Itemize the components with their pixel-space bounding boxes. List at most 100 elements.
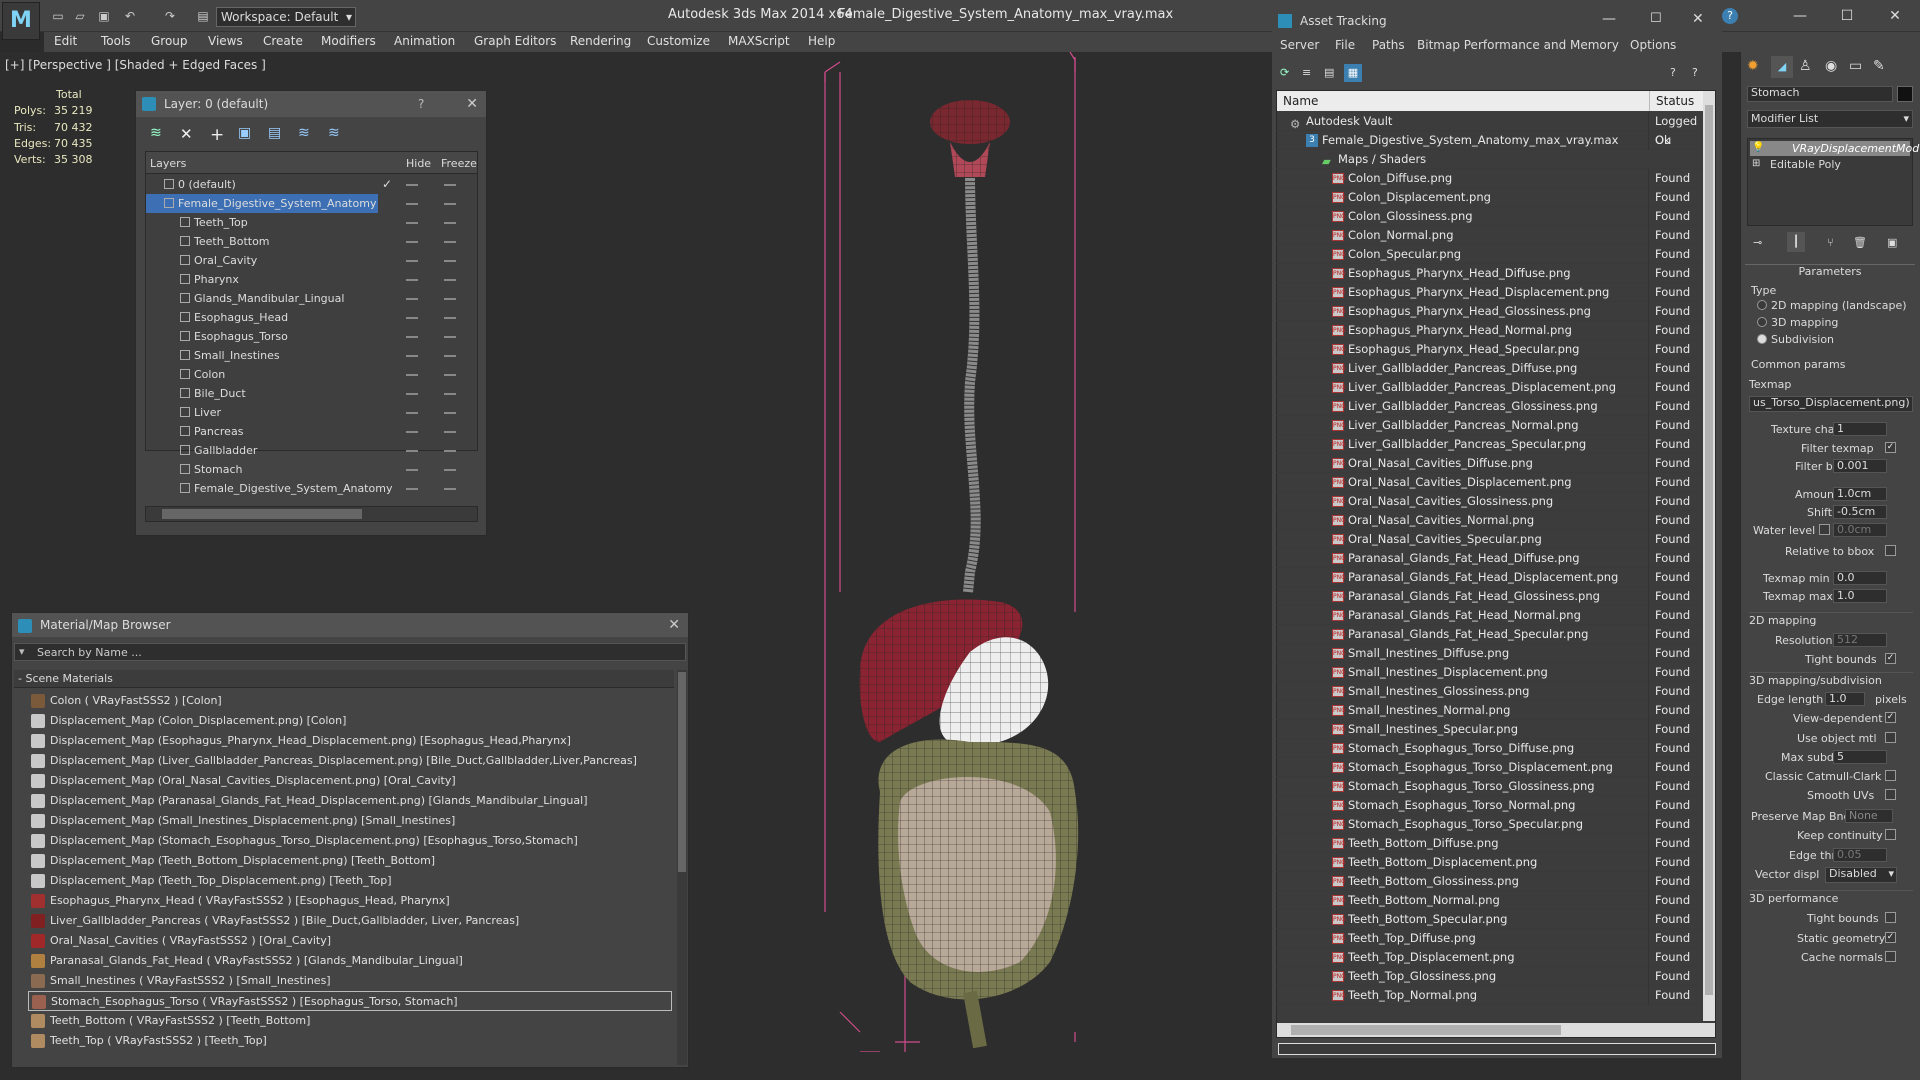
asset-row[interactable]: PNG Oral_Nasal_Cavities_Normal.png Found — [1276, 511, 1702, 530]
material-row[interactable]: Stomach_Esophagus_Torso ( VRayFastSSS2 )… — [28, 991, 672, 1011]
asset-row[interactable]: PNG Esophagus_Pharynx_Head_Glossiness.png… — [1276, 302, 1702, 321]
material-row[interactable]: Teeth_Top ( VRayFastSSS2 ) [Teeth_Top] — [28, 1031, 672, 1051]
layer-row[interactable]: Liver — [146, 403, 512, 422]
layer-freeze-toggle[interactable] — [444, 431, 456, 433]
asset-row[interactable]: PNG Paranasal_Glands_Fat_Head_Normal.png F… — [1276, 606, 1702, 625]
detail-view-icon[interactable]: ▤ — [1324, 66, 1334, 79]
material-row[interactable]: Displacement_Map (Small_Inestines_Displa… — [28, 811, 672, 831]
refresh-icon[interactable]: ⟳ — [1280, 66, 1289, 79]
filter-dropdown-icon[interactable]: ▾ — [19, 645, 25, 658]
help-icon[interactable]: ? — [1722, 8, 1738, 24]
status-column-header[interactable]: Status — [1649, 91, 1694, 111]
asset-row[interactable]: PNG Liver_Gallbladder_Pancreas_Normal.png… — [1276, 416, 1702, 435]
edge-length-spinner[interactable]: 1.0 — [1825, 692, 1865, 706]
material-row[interactable]: Displacement_Map (Teeth_Top_Displacement… — [28, 871, 672, 891]
layer-freeze-toggle[interactable] — [444, 374, 456, 376]
layer-hide-toggle[interactable] — [406, 222, 418, 224]
layer-row[interactable]: Pancreas — [146, 422, 512, 441]
asset-row[interactable]: PNG Paranasal_Glands_Fat_Head_Specular.pn… — [1276, 625, 1702, 644]
filter-blur-spinner[interactable]: 0.001 — [1833, 459, 1887, 473]
material-row[interactable]: Displacement_Map (Stomach_Esophagus_Tors… — [28, 831, 672, 851]
asset-tracking-title-bar[interactable]: Asset Tracking — ☐ ✕ — [1272, 8, 1722, 34]
radio-3d-mapping[interactable] — [1757, 317, 1767, 327]
menu-modifiers[interactable]: Modifiers — [321, 34, 376, 48]
material-row[interactable]: Displacement_Map (Colon_Displacement.png… — [28, 711, 672, 731]
layer-hide-toggle[interactable] — [406, 431, 418, 433]
hide-column-header[interactable]: Hide — [406, 157, 431, 170]
layer-row[interactable]: Teeth_Bottom — [146, 232, 512, 251]
material-search-input[interactable]: Search by Name ... — [37, 646, 142, 659]
minimize-icon[interactable]: — — [1785, 6, 1815, 26]
amount-spinner[interactable]: 1.0cm — [1833, 487, 1887, 501]
asset-row[interactable]: PNG Small_Inestines_Specular.png Found — [1276, 720, 1702, 739]
material-row[interactable]: Displacement_Map (Esophagus_Pharynx_Head… — [28, 731, 672, 751]
asset-row[interactable]: PNG Liver_Gallbladder_Pancreas_Glossiness… — [1276, 397, 1702, 416]
layer-freeze-toggle[interactable] — [444, 222, 456, 224]
digestive-system-model[interactable] — [820, 52, 1140, 1052]
asset-row[interactable]: PNG Oral_Nasal_Cavities_Glossiness.png Fou… — [1276, 492, 1702, 511]
layer-row[interactable]: Female_Digestive_System_Anatomy — [146, 194, 378, 213]
asset-row[interactable]: PNG Teeth_Top_Glossiness.png Found — [1276, 967, 1702, 986]
asset-row[interactable]: PNG Teeth_Bottom_Glossiness.png Found — [1276, 872, 1702, 891]
layer-hide-toggle[interactable] — [406, 184, 418, 186]
add-to-layer-icon[interactable]: + — [210, 125, 224, 145]
select-objects-icon[interactable]: ▣ — [238, 125, 251, 141]
layer-freeze-toggle[interactable] — [444, 355, 456, 357]
material-browser-title-bar[interactable]: Material/Map Browser ✕ — [12, 613, 688, 637]
asset-row[interactable]: PNG Teeth_Top_Diffuse.png Found — [1276, 929, 1702, 948]
asset-row[interactable]: PNG Colon_Specular.png Found — [1276, 245, 1702, 264]
layer-freeze-toggle[interactable] — [444, 336, 456, 338]
app-logo-icon[interactable]: M — [2, 2, 40, 40]
filter-texmap-checkbox[interactable]: ✓ — [1885, 442, 1896, 453]
material-row[interactable]: Teeth_Bottom ( VRayFastSSS2 ) [Teeth_Bot… — [28, 1011, 672, 1031]
layer-hide-toggle[interactable] — [406, 260, 418, 262]
layer-row[interactable]: Glands_Mandibular_Lingual — [146, 289, 512, 308]
layer-freeze-toggle[interactable] — [444, 469, 456, 471]
asset-hscroll-thumb[interactable] — [1291, 1025, 1561, 1035]
layer-hide-toggle[interactable] — [406, 488, 418, 490]
hide-freeze-all-icon[interactable]: ≋ — [328, 125, 340, 141]
layer-hide-toggle[interactable] — [406, 450, 418, 452]
motion-tab-icon[interactable]: ◉ — [1825, 58, 1837, 74]
layer-hide-toggle[interactable] — [406, 317, 418, 319]
smooth-uvs-checkbox[interactable] — [1885, 789, 1896, 800]
material-row[interactable]: Liver_Gallbladder_Pancreas ( VRayFastSSS… — [28, 911, 672, 931]
table-view-icon[interactable]: ▦ — [1344, 64, 1362, 82]
layer-hide-toggle[interactable] — [406, 298, 418, 300]
texture-chan-spinner[interactable]: 1 — [1833, 422, 1887, 436]
view-dependent-checkbox[interactable]: ✓ — [1885, 712, 1896, 723]
layer-row[interactable]: Oral_Cavity — [146, 251, 512, 270]
layer-horizontal-scrollbar[interactable] — [145, 506, 478, 522]
layer-scroll-thumb[interactable] — [162, 509, 362, 519]
layer-row[interactable]: Stomach — [146, 460, 512, 479]
material-row[interactable]: Esophagus_Pharynx_Head ( VRayFastSSS2 ) … — [28, 891, 672, 911]
make-unique-icon[interactable]: ⑂ — [1827, 236, 1834, 249]
material-search[interactable]: ▾ Search by Name ... — [14, 643, 686, 661]
layer-hide-toggle[interactable] — [406, 393, 418, 395]
edge-thresh-spinner[interactable]: 0.05 — [1833, 848, 1887, 862]
asset-row[interactable]: PNG Liver_Gallbladder_Pancreas_Specular.p… — [1276, 435, 1702, 454]
layers-column-header[interactable]: Layers — [150, 157, 186, 170]
menu-maxscript[interactable]: MAXScript — [728, 34, 790, 48]
tight-bounds-2-checkbox[interactable] — [1885, 912, 1896, 923]
max-subdivs-spinner[interactable]: 5 — [1833, 750, 1887, 764]
redo-icon[interactable]: ↷ — [162, 8, 178, 24]
menu-create[interactable]: Create — [263, 34, 303, 48]
asset-row[interactable]: PNG Esophagus_Pharynx_Head_Diffuse.png Fou… — [1276, 264, 1702, 283]
asset-row[interactable]: 3 Female_Digestive_System_Anatomy_max_vra… — [1276, 131, 1702, 150]
material-row[interactable]: Displacement_Map (Oral_Nasal_Cavities_Di… — [28, 771, 672, 791]
menu-edit[interactable]: Edit — [54, 34, 77, 48]
layer-hide-toggle[interactable] — [406, 336, 418, 338]
asset-row[interactable]: PNG Oral_Nasal_Cavities_Diffuse.png Found — [1276, 454, 1702, 473]
asset-row[interactable]: PNG Teeth_Bottom_Normal.png Found — [1276, 891, 1702, 910]
object-name-field[interactable]: Stomach — [1747, 86, 1893, 102]
asset-row[interactable]: PNG Small_Inestines_Diffuse.png Found — [1276, 644, 1702, 663]
asset-row[interactable]: PNG Stomach_Esophagus_Torso_Specular.png F… — [1276, 815, 1702, 834]
layer-row[interactable]: Bile_Duct — [146, 384, 512, 403]
asset-row[interactable]: PNG Oral_Nasal_Cavities_Displacement.png F… — [1276, 473, 1702, 492]
shift-spinner[interactable]: -0.5cm — [1833, 505, 1887, 519]
layer-row[interactable]: Teeth_Top — [146, 213, 512, 232]
layer-freeze-toggle[interactable] — [444, 241, 456, 243]
texmap-max-spinner[interactable]: 1.0 — [1833, 589, 1887, 603]
use-object-mtl-checkbox[interactable] — [1885, 732, 1896, 743]
